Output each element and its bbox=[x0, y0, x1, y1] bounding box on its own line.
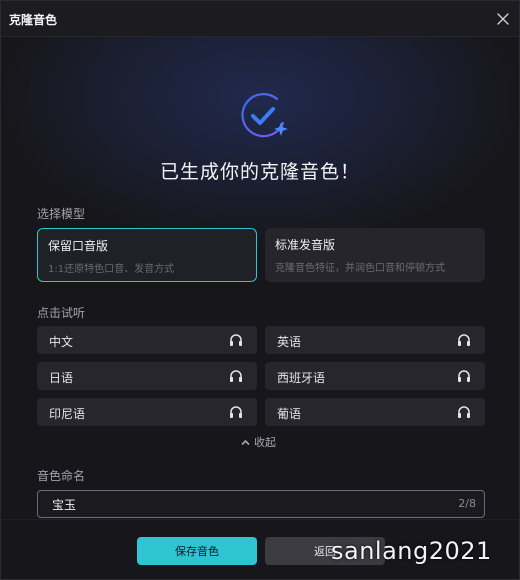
headphones-icon bbox=[458, 334, 470, 346]
model-section-label: 选择模型 bbox=[37, 207, 86, 221]
headphones-icon bbox=[230, 370, 242, 382]
preview-portuguese-button[interactable]: 葡语 bbox=[265, 398, 485, 426]
model-option-desc: 克隆音色特征，并润色口音和停顿方式 bbox=[275, 263, 445, 274]
preview-japanese-button[interactable]: 日语 bbox=[37, 362, 257, 390]
dialog-title: 克隆音色 bbox=[9, 13, 58, 27]
title-bar: 克隆音色 bbox=[1, 1, 519, 37]
headphones-icon bbox=[230, 334, 242, 346]
voice-name-field[interactable]: 2/8 bbox=[37, 490, 485, 518]
close-icon bbox=[497, 13, 509, 25]
model-option-keep-accent[interactable]: 保留口音版 1:1还原特色口音、发音方式 bbox=[37, 228, 257, 282]
watermark-text: sanlang2021 bbox=[331, 537, 492, 565]
language-label: 印尼语 bbox=[49, 407, 86, 421]
preview-section-label: 点击试听 bbox=[37, 306, 86, 320]
model-option-name: 标准发音版 bbox=[275, 238, 336, 252]
preview-chinese-button[interactable]: 中文 bbox=[37, 326, 257, 354]
preview-indonesian-button[interactable]: 印尼语 bbox=[37, 398, 257, 426]
model-option-name: 保留口音版 bbox=[48, 239, 109, 253]
language-label: 葡语 bbox=[277, 407, 302, 421]
close-button[interactable] bbox=[493, 9, 513, 29]
language-label: 西班牙语 bbox=[277, 371, 326, 385]
success-headline: 已生成你的克隆音色！ bbox=[159, 161, 360, 183]
preview-spanish-button[interactable]: 西班牙语 bbox=[265, 362, 485, 390]
headphones-icon bbox=[458, 406, 470, 418]
headphones-icon bbox=[230, 406, 242, 418]
model-option-standard[interactable]: 标准发音版 克隆音色特征，并润色口音和停顿方式 bbox=[265, 228, 485, 282]
chevron-up-icon bbox=[241, 439, 250, 445]
collapse-label: 收起 bbox=[254, 436, 276, 449]
check-sparkle-icon bbox=[241, 93, 288, 138]
language-label: 日语 bbox=[49, 371, 74, 385]
language-label: 中文 bbox=[49, 335, 74, 349]
clone-voice-dialog: 克隆音色 已生成你的克隆音色！ 选择模型 保留口音版 1:1还原特色口音、发音方… bbox=[0, 0, 520, 580]
headphones-icon bbox=[458, 370, 470, 382]
save-voice-button[interactable]: 保存音色 bbox=[137, 537, 257, 565]
model-option-desc: 1:1还原特色口音、发音方式 bbox=[48, 264, 175, 275]
preview-english-button[interactable]: 英语 bbox=[265, 326, 485, 354]
collapse-toggle[interactable]: 收起 bbox=[241, 434, 276, 450]
voice-name-input[interactable] bbox=[38, 491, 438, 517]
char-counter: 2/8 bbox=[458, 497, 476, 510]
language-label: 英语 bbox=[277, 335, 302, 349]
name-section-label: 音色命名 bbox=[37, 469, 86, 483]
